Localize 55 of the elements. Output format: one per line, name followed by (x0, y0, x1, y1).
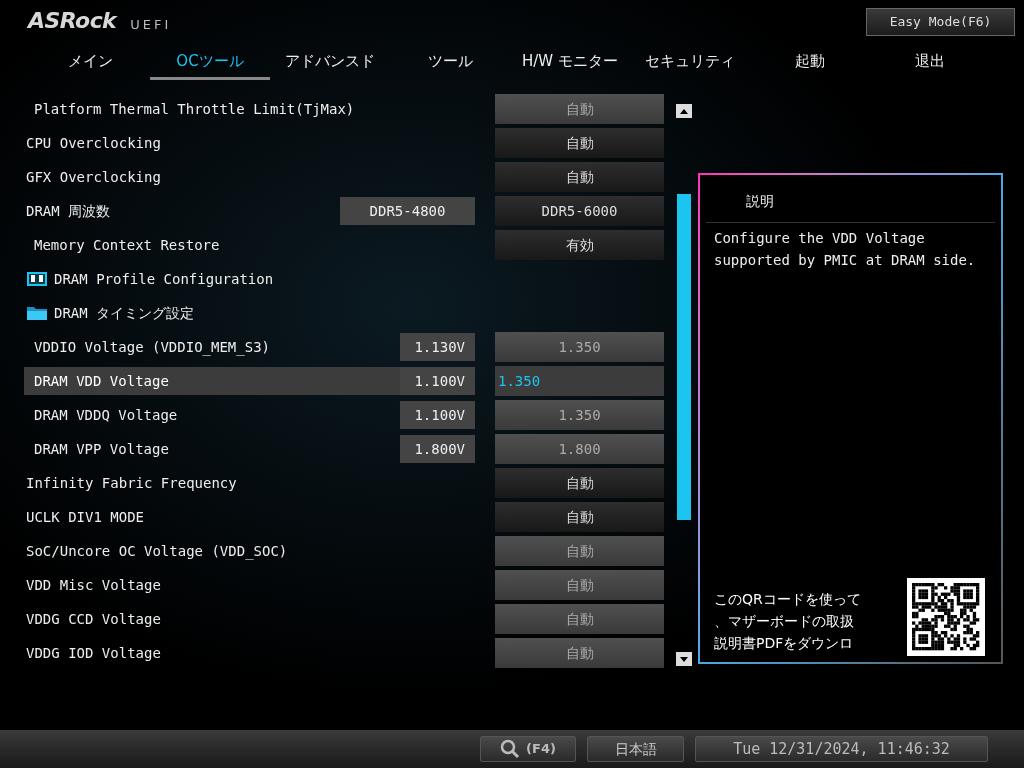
current-value: 1.130V (400, 333, 475, 361)
setting-label: DRAM VDDQ Voltage (34, 405, 179, 425)
scroll-up-icon[interactable] (676, 104, 692, 118)
setting-label: GFX Overclocking (26, 167, 162, 187)
menu-tab[interactable]: アドバンスド (270, 46, 390, 80)
setting-label: VDDG IOD Voltage (26, 643, 162, 663)
setting-label: Memory Context Restore (34, 235, 221, 255)
search-button[interactable]: (F4) (480, 736, 576, 762)
value-field[interactable]: 自動 (495, 502, 664, 532)
search-icon (500, 739, 521, 759)
current-value: 1.800V (400, 435, 475, 463)
logo: ASRock (28, 10, 117, 32)
scrollbar-thumb[interactable] (677, 194, 691, 520)
qr-caption-line: このQRコードを使って (714, 590, 861, 609)
memory-module-icon (26, 270, 48, 288)
value-field[interactable]: 自動 (495, 162, 664, 192)
setting-label: Infinity Fabric Frequency (26, 473, 238, 493)
scrollbar[interactable] (676, 104, 692, 666)
date-time: Tue 12/31/2024, 11:46:32 (695, 736, 988, 762)
help-title: 説明 (706, 175, 995, 223)
setting-label: VDDG CCD Voltage (26, 609, 162, 629)
menu-tab[interactable]: ツール (390, 46, 510, 80)
qr-caption-line: 、マザーボードの取扱 (714, 612, 855, 631)
setting-label: DRAM VPP Voltage (34, 439, 170, 459)
setting-label: DRAM VDD Voltage (34, 371, 170, 391)
current-value: DDR5-4800 (340, 197, 475, 225)
value-field[interactable]: DDR5-6000 (495, 196, 664, 226)
submenu-link[interactable]: DRAM タイミング設定 (54, 302, 475, 324)
submenu-link[interactable]: DRAM Profile Configuration (54, 268, 475, 290)
easy-mode-button[interactable]: Easy Mode(F6) (866, 8, 1015, 36)
logo-suffix: UEFI (130, 18, 172, 31)
setting-label: VDDIO Voltage (VDDIO_MEM_S3) (34, 337, 271, 358)
qr-caption-line: 説明書PDFをダウンロ (714, 634, 855, 653)
folder-icon (26, 304, 48, 322)
language-button[interactable]: 日本語 (587, 736, 684, 762)
menu-tab[interactable]: 退出 (870, 46, 990, 80)
scroll-down-icon[interactable] (676, 652, 692, 666)
value-field[interactable]: 自動 (495, 128, 664, 158)
value-field[interactable]: 自動 (495, 468, 664, 498)
current-value: 1.100V (400, 401, 475, 429)
setting-label: CPU Overclocking (26, 133, 162, 153)
setting-label: Platform Thermal Throttle Limit(TjMax) (34, 99, 356, 119)
value-field[interactable]: 有効 (495, 230, 664, 260)
menu-tab[interactable]: 起動 (750, 46, 870, 80)
help-text: Configure the VDD Voltage supported by PMIC at DRAM side. (713, 229, 977, 270)
menu-tab[interactable]: H/W モニター (510, 46, 630, 80)
setting-label: SoC/Uncore OC Voltage (VDD_SOC) (26, 541, 289, 562)
menu-tab[interactable]: セキュリティ (630, 46, 750, 80)
current-value: 1.100V (400, 367, 475, 395)
setting-label: VDD Misc Voltage (26, 575, 162, 595)
menu-tab[interactable]: メイン (30, 46, 150, 80)
search-shortcut: (F4) (526, 740, 556, 759)
setting-label: DRAM 周波数 (26, 201, 112, 221)
setting-label: UCLK DIV1 MODE (26, 507, 145, 527)
menu-tab[interactable]: OCツール (150, 46, 270, 80)
